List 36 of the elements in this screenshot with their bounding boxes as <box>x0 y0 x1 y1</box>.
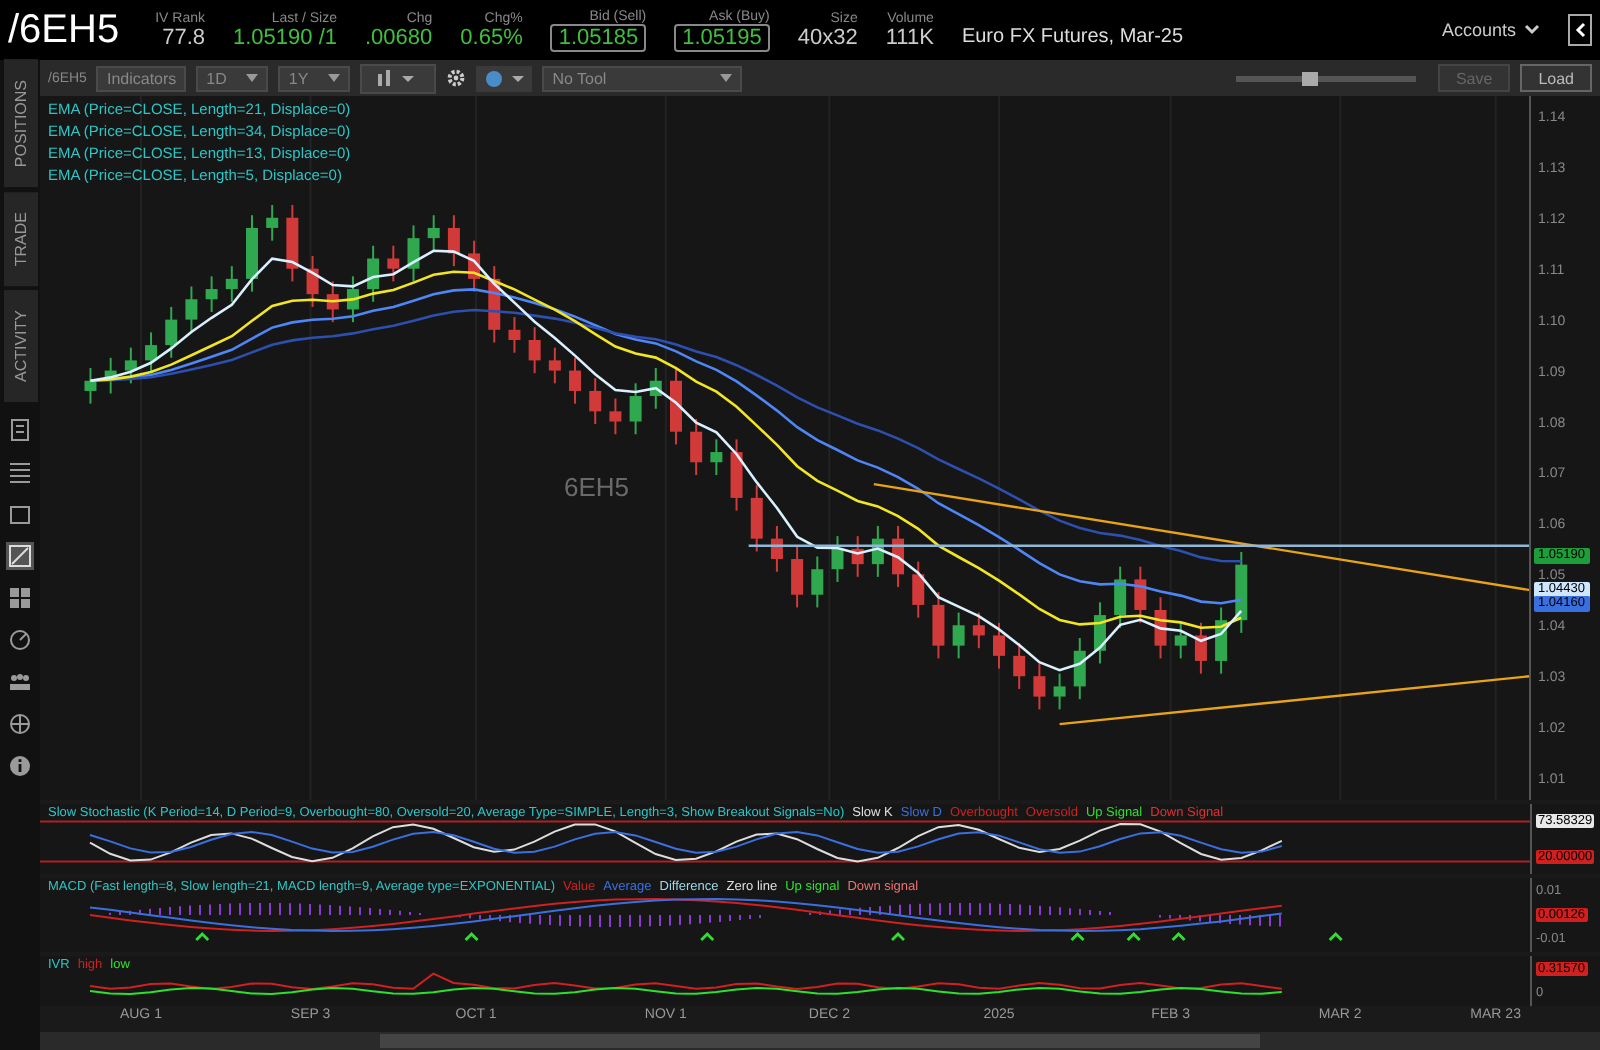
caret-icon <box>246 74 259 82</box>
symbol-title: /6EH5 <box>8 7 120 53</box>
settings-icon[interactable] <box>446 68 467 88</box>
instrument-description: Euro FX Futures, Mar-25 <box>961 25 1184 47</box>
chart-watermark: 6EH5 <box>564 472 630 502</box>
gauge-icon[interactable] <box>6 625 34 654</box>
document-icon[interactable] <box>6 415 34 444</box>
horizontal-scrollbar[interactable] <box>40 1032 1600 1050</box>
drawing-style-dropdown[interactable] <box>476 65 533 91</box>
chart-icon[interactable] <box>6 541 34 570</box>
zoom-slider[interactable] <box>1235 75 1416 81</box>
quote-value: 40x32 <box>797 25 858 49</box>
accounts-menu[interactable]: Accounts <box>1441 20 1540 40</box>
quote-value[interactable]: 1.05185 <box>550 23 647 51</box>
side-tab[interactable]: ACTIVITY <box>3 289 37 402</box>
slider-thumb[interactable] <box>1301 71 1318 85</box>
trend-line[interactable] <box>873 483 1531 592</box>
quote-value: 1.05190 /1 <box>233 25 337 49</box>
load-button[interactable]: Load <box>1520 64 1592 92</box>
quote-value: 0.65% <box>460 25 523 49</box>
side-tab[interactable]: POSITIONS <box>3 60 37 188</box>
caret-icon <box>720 74 733 82</box>
quote-value[interactable]: 1.05195 <box>674 23 770 51</box>
chevron-left-icon <box>1574 22 1586 38</box>
quote-value: .00680 <box>365 25 433 49</box>
chart-style-dropdown[interactable] <box>360 63 437 93</box>
collapse-button[interactable] <box>1568 14 1592 46</box>
quote-value: 77.8 <box>162 25 205 49</box>
caret-icon <box>328 74 341 82</box>
quote-value: 111K <box>885 25 934 49</box>
list-icon[interactable] <box>6 457 34 486</box>
trend-line[interactable] <box>1059 675 1531 726</box>
grid-icon[interactable] <box>6 583 34 612</box>
info-icon[interactable] <box>6 751 34 780</box>
chevron-down-icon <box>1524 24 1540 36</box>
side-tab[interactable]: TRADE <box>3 191 37 286</box>
